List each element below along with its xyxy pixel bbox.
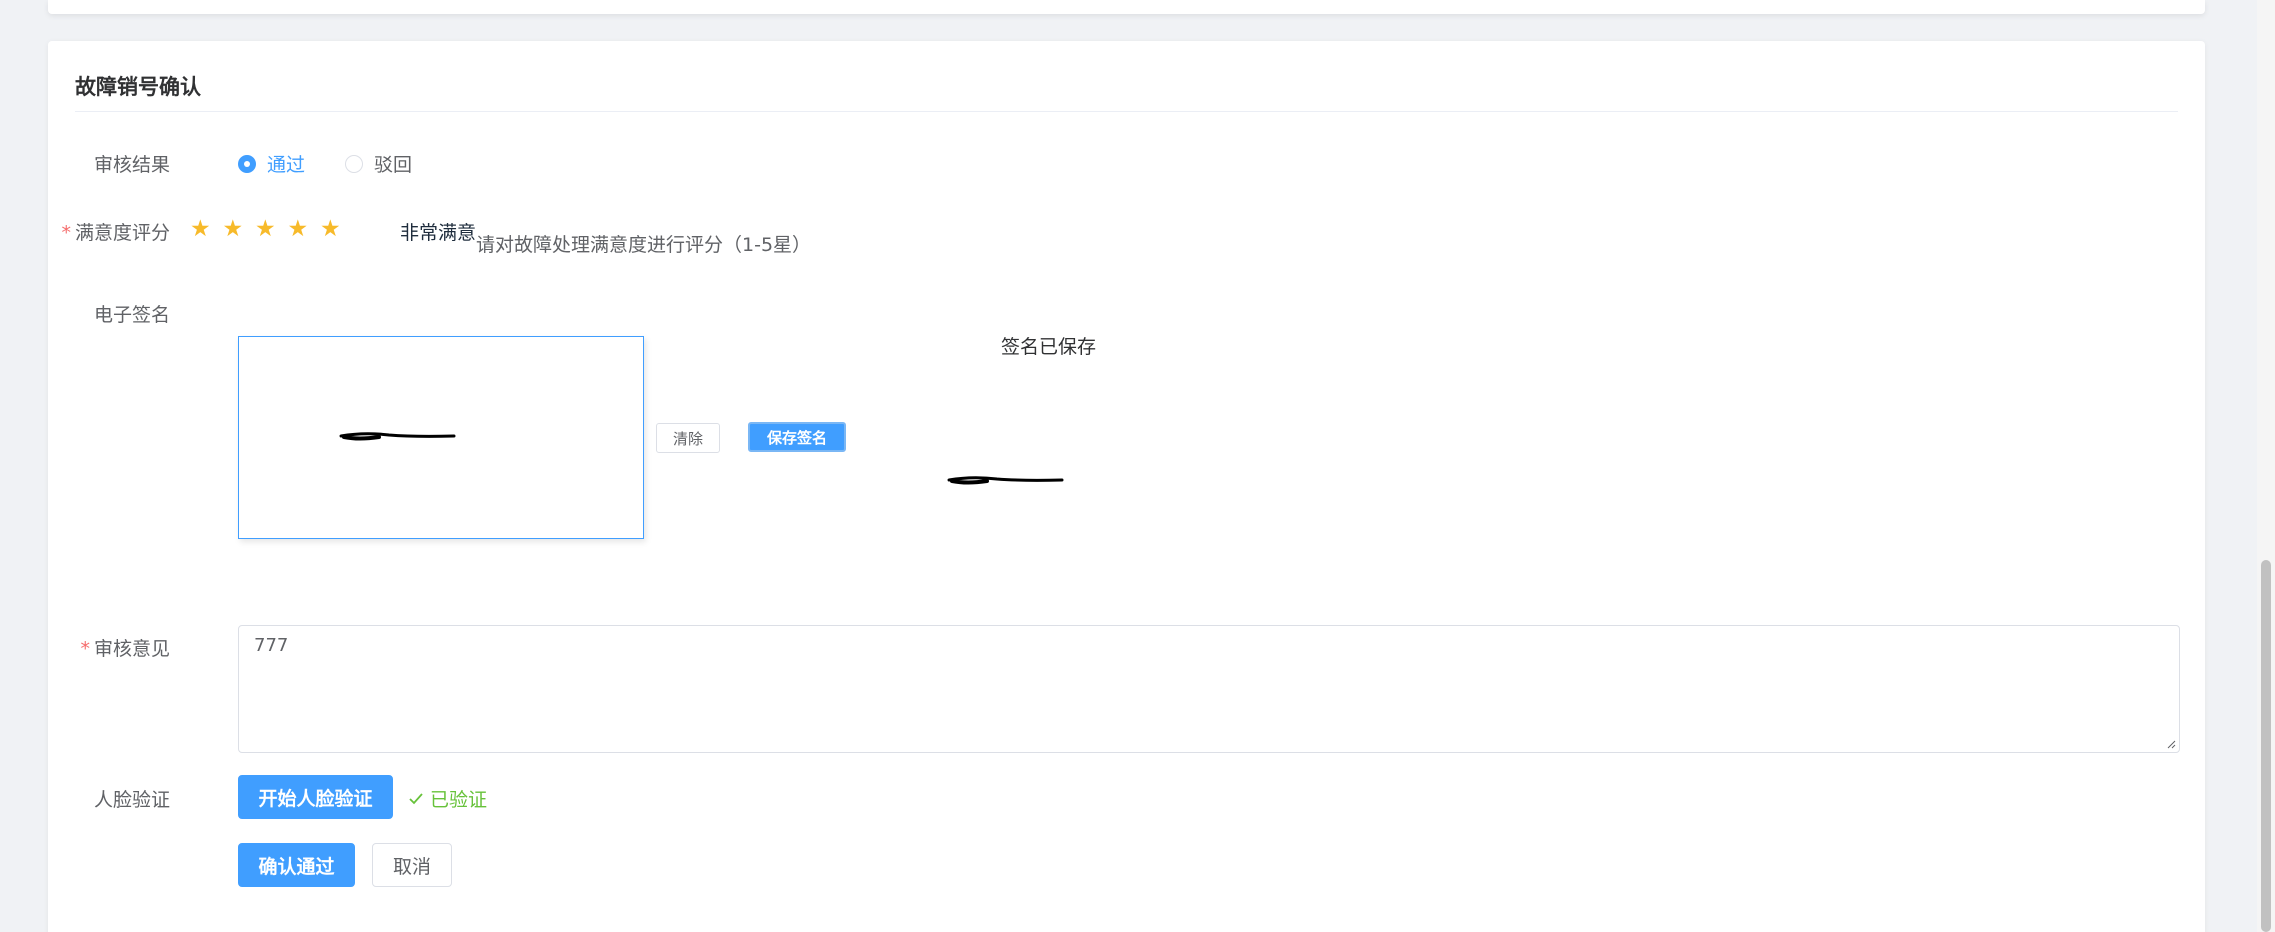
radio-reject-label: 驳回: [374, 154, 413, 176]
signature-label: 电子签名: [0, 300, 170, 327]
star-icon[interactable]: ★: [223, 216, 256, 242]
radio-approve[interactable]: 通过: [238, 150, 305, 177]
radio-approve-dot[interactable]: [238, 154, 256, 173]
review-result-label: 审核结果: [0, 150, 170, 177]
review-result-label-text: 审核结果: [93, 154, 170, 176]
resize-grip-icon[interactable]: [2166, 739, 2176, 749]
opinion-label: * 审核意见: [0, 634, 170, 661]
cancel-button[interactable]: 取消: [372, 843, 452, 887]
scrollbar-thumb[interactable]: [2261, 560, 2271, 932]
face-label: 人脸验证: [0, 785, 170, 812]
star-icon[interactable]: ★: [190, 216, 223, 242]
start-face-verify-button[interactable]: 开始人脸验证: [238, 775, 393, 819]
signature-saved-label: 签名已保存: [1001, 336, 1097, 358]
radio-reject[interactable]: 驳回: [345, 150, 412, 177]
signature-label-text: 电子签名: [93, 304, 170, 326]
star-icon[interactable]: ★: [320, 216, 353, 242]
required-mark: *: [80, 638, 90, 660]
face-verified-status: 已验证: [408, 785, 487, 812]
section-title: 故障销号确认: [75, 75, 201, 99]
radio-reject-dot[interactable]: [345, 154, 363, 173]
previous-card: [48, 0, 2205, 14]
face-verified-text: 已验证: [430, 789, 488, 811]
save-signature-button[interactable]: 保存签名: [748, 422, 846, 452]
signature-stroke: [339, 432, 456, 441]
star-icon[interactable]: ★: [255, 216, 288, 242]
required-mark: *: [61, 222, 71, 244]
star-icon[interactable]: ★: [288, 216, 321, 242]
opinion-textarea[interactable]: 777: [238, 625, 2180, 753]
radio-approve-label: 通过: [267, 154, 306, 176]
confirm-button[interactable]: 确认通过: [238, 843, 355, 887]
scrollbar-track[interactable]: [2257, 0, 2275, 932]
section-divider: [75, 111, 2178, 112]
opinion-label-text: 审核意见: [93, 638, 170, 660]
satisfaction-label-text: 满意度评分: [74, 222, 170, 244]
clear-signature-button[interactable]: 清除: [656, 423, 720, 453]
opinion-value: 777: [254, 635, 289, 656]
rating-hint: 请对故障处理满意度进行评分（1-5星）: [476, 234, 812, 256]
rating-text: 非常满意: [400, 222, 477, 244]
satisfaction-label: * 满意度评分: [0, 218, 170, 245]
saved-signature-image: [947, 476, 1064, 485]
face-label-text: 人脸验证: [93, 789, 170, 811]
check-icon: [409, 792, 423, 804]
page: 故障销号确认 审核结果 通过 驳回 * 满意度评分 ★ ★ ★ ★ ★ 非常满意 …: [0, 0, 2275, 932]
signature-canvas[interactable]: [238, 336, 644, 539]
star-rating[interactable]: ★ ★ ★ ★ ★: [190, 216, 353, 242]
